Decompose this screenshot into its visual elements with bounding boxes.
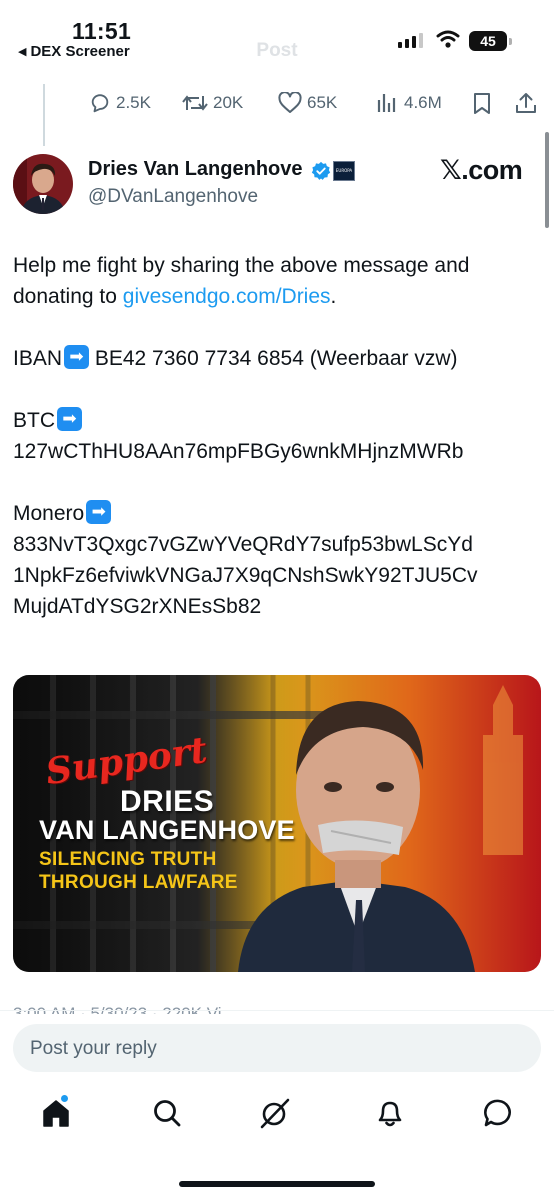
reply-count-button[interactable]: 2.5K xyxy=(89,92,151,114)
notification-dot xyxy=(61,1095,68,1102)
verified-badge-icon xyxy=(311,161,331,180)
btc-label: BTC xyxy=(13,409,55,432)
view-count-button[interactable]: 4.6M xyxy=(377,92,442,114)
views-chart-icon xyxy=(377,94,396,112)
share-icon[interactable] xyxy=(514,91,538,115)
iban-label: IBAN xyxy=(13,347,63,370)
home-icon[interactable] xyxy=(40,1097,72,1129)
scrollbar[interactable] xyxy=(545,132,549,228)
banner-subtitle-line-1: SILENCING TRUTH xyxy=(39,849,217,870)
post-timestamp: 3:00 AM · 5/30/23 · 220K Vi xyxy=(13,1004,222,1014)
battery-cap xyxy=(509,38,512,45)
monero-label: Monero xyxy=(13,502,85,525)
like-count: 65K xyxy=(307,93,338,112)
divider xyxy=(0,1010,554,1011)
banner-subtitle-line-2: THROUGH LAWFARE xyxy=(39,872,238,893)
reply-icon xyxy=(91,94,109,113)
avatar[interactable] xyxy=(13,154,73,214)
search-icon[interactable] xyxy=(151,1097,183,1129)
like-count-button[interactable]: 65K xyxy=(278,92,337,114)
banner-name-last: VAN LANGENHOVE xyxy=(39,815,295,845)
monero-label-line: Monero xyxy=(13,498,543,529)
repost-count: 20K xyxy=(213,93,244,112)
thread-connector-line xyxy=(43,84,45,146)
banner-name-first: DRIES xyxy=(120,785,215,818)
monero-address-line-2: 1NpkFz6efviwkVNGaJ7X9qCNshSwkY92TJU5Cv xyxy=(13,564,478,587)
cellular-signal-icon xyxy=(398,32,423,48)
battery-level: 45 xyxy=(480,33,496,49)
btc-label-line: BTC xyxy=(13,405,543,436)
bookmark-icon[interactable] xyxy=(472,92,492,116)
right-arrow-emoji-icon xyxy=(86,500,112,524)
heart-icon xyxy=(278,92,302,113)
monero-address-line-1: 833NvT3Qxgc7vGZwYVeQRdY7sufp53bwLScYd xyxy=(13,533,473,556)
post-paragraph-intro: Help me fight by sharing the above messa… xyxy=(13,250,543,312)
affiliation-badge[interactable]: EUROPA xyxy=(333,161,355,181)
grok-icon[interactable] xyxy=(258,1097,292,1129)
repost-count-button[interactable]: 20K xyxy=(182,92,243,114)
reply-input[interactable]: Post your reply xyxy=(13,1024,541,1072)
right-arrow-emoji-icon xyxy=(64,345,90,369)
btc-address: 127wCThHU8AAn76mpFBGy6wnkMHjnzMWRb xyxy=(13,440,464,463)
view-count: 4.6M xyxy=(404,93,442,112)
author-name[interactable]: Dries Van Langenhove xyxy=(88,158,303,181)
reply-placeholder: Post your reply xyxy=(30,1038,157,1059)
messages-icon[interactable] xyxy=(482,1097,516,1129)
post-media-image[interactable]: Support DRIES VAN LANGENHOVE SILENCING T… xyxy=(13,675,541,972)
post-text: Help me fight by sharing the above messa… xyxy=(13,250,543,622)
author-handle[interactable]: @DVanLangenhove xyxy=(88,186,258,208)
battery-icon: 45 xyxy=(469,31,507,51)
iban-line: IBAN BE42 7360 7734 6854 (Weerbaar vzw) xyxy=(13,343,543,374)
bell-icon[interactable] xyxy=(374,1097,406,1129)
reply-count: 2.5K xyxy=(116,93,151,112)
iban-value: BE42 7360 7734 6854 (Weerbaar vzw) xyxy=(89,347,458,370)
right-arrow-emoji-icon xyxy=(57,407,82,431)
post-text-period: . xyxy=(330,285,337,308)
wifi-icon xyxy=(436,30,460,48)
repost-icon xyxy=(182,95,208,111)
home-indicator[interactable] xyxy=(179,1181,375,1187)
affiliation-badge-text: EUROPA xyxy=(335,168,353,173)
donation-link[interactable]: givesendgo.com/Dries xyxy=(123,285,331,308)
monero-address-line-3: MujdATdYSG2rXNEsSb82 xyxy=(13,595,262,618)
source-label: 𝕏.com xyxy=(440,155,523,185)
